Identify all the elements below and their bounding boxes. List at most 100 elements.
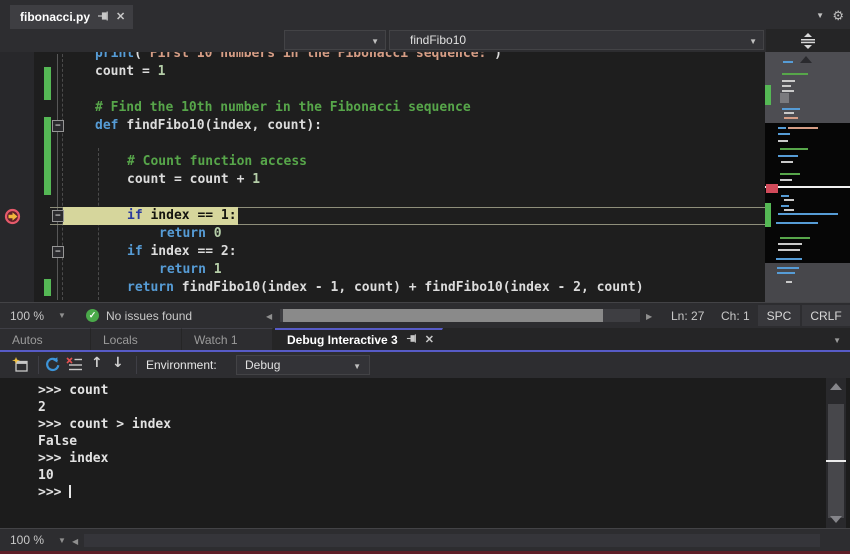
line-ending-indicator[interactable]: CRLF [802, 305, 850, 326]
panel-options-caret-icon[interactable]: ▼ [833, 336, 841, 345]
code-editor[interactable]: print("First 10 numbers in the Fibonacci… [0, 52, 765, 302]
breakpoint-margin[interactable] [0, 52, 34, 302]
minimap-mark [780, 93, 789, 103]
tab-title: fibonacci.py [20, 10, 90, 24]
minimap-document [765, 123, 850, 263]
code-line: count = 1 [95, 63, 165, 81]
horizontal-scrollbar[interactable] [280, 309, 640, 322]
minimap-mark [782, 85, 791, 87]
close-icon[interactable]: ✕ [425, 335, 434, 346]
chevron-down-icon: ▼ [58, 536, 66, 545]
change-bar [44, 279, 51, 296]
code-line: return 1 [159, 261, 222, 279]
minimap-mark [777, 272, 795, 274]
minimap-mark [781, 161, 793, 163]
minimap-mark [765, 85, 771, 105]
minimap-mark [766, 184, 778, 193]
tab-locals[interactable]: Locals [91, 328, 182, 350]
tab-fibonacci-py[interactable]: fibonacci.py ✕ [10, 5, 133, 29]
scroll-up-icon[interactable] [800, 56, 812, 63]
issues-status[interactable]: ✓ No issues found [86, 303, 192, 328]
gear-icon[interactable]: ⚙ [832, 8, 844, 24]
text-cursor [69, 485, 71, 498]
minimap-mark [781, 195, 789, 197]
change-bar [44, 67, 51, 100]
minimap-mark [778, 127, 786, 129]
column-indicator: Ch: 1 [721, 303, 750, 328]
editor-status-bar: 100 % ▼ ✓ No issues found ◀ ▶ Ln: 27 Ch:… [0, 302, 850, 328]
code-line: # Count function access [127, 153, 307, 171]
symbol-dropdown[interactable]: findFibo10 ▼ [389, 30, 764, 50]
horizontal-scrollbar-thumb[interactable] [283, 309, 603, 322]
environment-dropdown[interactable]: Debug ▼ [236, 355, 370, 375]
pin-icon[interactable] [97, 10, 109, 25]
minimap-mark [782, 108, 800, 110]
minimap-mark [784, 117, 798, 119]
minimap-mark [780, 148, 808, 150]
minimap-mark [778, 213, 838, 215]
scroll-left-icon[interactable]: ◀ [72, 537, 78, 546]
chevron-down-icon: ▼ [749, 37, 757, 46]
outline-margin-line [57, 54, 58, 300]
minimap-mark [784, 112, 794, 114]
minimap-mark [783, 61, 793, 63]
spaces-indicator[interactable]: SPC [758, 305, 800, 326]
line-indicator: Ln: 27 [671, 303, 704, 328]
clear-screen-button[interactable] [66, 356, 83, 373]
new-interactive-window-button[interactable] [12, 357, 29, 373]
check-circle-icon: ✓ [86, 309, 99, 322]
minimap-scrollbar[interactable] [765, 52, 850, 302]
editor-split-handle[interactable] [766, 29, 850, 52]
minimap-mark [788, 127, 818, 129]
code-line: return 0 [159, 225, 222, 243]
tab-autos[interactable]: Autos [0, 328, 91, 350]
fold-toggle[interactable] [52, 210, 64, 222]
scroll-up-icon[interactable] [830, 383, 842, 390]
history-next-button[interactable]: ↓ [112, 355, 124, 371]
minimap-mark [778, 133, 790, 135]
scroll-down-icon[interactable] [830, 516, 842, 523]
console-line: False [38, 433, 77, 450]
tab-debug-interactive-3[interactable]: Debug Interactive 3 ✕ [275, 328, 443, 350]
editor-zoom-select[interactable]: 100 % ▼ [10, 303, 66, 328]
panel-tab-bar: Autos Locals Watch 1 Debug Interactive 3… [0, 328, 850, 350]
chevron-down-icon: ▼ [58, 311, 66, 320]
minimap-mark [782, 90, 794, 92]
minimap-mark [777, 267, 799, 269]
breakpoint-current-statement-icon[interactable] [4, 208, 21, 225]
close-icon[interactable]: ✕ [116, 12, 125, 23]
horizontal-scrollbar[interactable] [84, 534, 820, 547]
scroll-left-icon[interactable]: ◀ [266, 312, 272, 321]
minimap-mark [784, 209, 794, 211]
vertical-scrollbar[interactable] [826, 378, 846, 528]
minimap-mark [778, 243, 802, 245]
minimap-mark [780, 173, 800, 175]
pin-icon[interactable] [406, 333, 417, 347]
console-line: >>> [38, 484, 71, 501]
fold-toggle[interactable] [52, 246, 64, 258]
project-dropdown[interactable]: ▼ [284, 30, 386, 50]
document-tab-bar: fibonacci.py ✕ ▼ ⚙ [0, 0, 850, 29]
tab-watch-1[interactable]: Watch 1 [182, 328, 273, 350]
console-line: >>> index [38, 450, 108, 467]
scroll-right-icon[interactable]: ▶ [646, 312, 652, 321]
vs-window: fibonacci.py ✕ ▼ ⚙ ▼ findFibo10 ▼ [0, 0, 850, 554]
code-line: print("First 10 numbers in the Fibonacci… [95, 52, 502, 63]
minimap-mark [765, 203, 771, 227]
minimap-mark [786, 281, 792, 283]
reset-button[interactable] [44, 356, 61, 373]
console-zoom-select[interactable]: 100 % ▼ [10, 529, 66, 551]
chevron-down-icon: ▼ [353, 362, 361, 371]
interactive-toolbar: ↑ ↓ Environment: Debug ▼ [0, 352, 850, 378]
panel-status-bar: 100 % ▼ ◀ [0, 528, 850, 551]
fold-toggle[interactable] [52, 120, 64, 132]
minimap-mark [778, 249, 800, 251]
code-line: return findFibo10(index - 1, count) + fi… [127, 279, 644, 297]
window-position-caret-icon[interactable]: ▼ [816, 11, 824, 20]
split-handle-icon [798, 33, 818, 49]
interactive-console[interactable]: >>> count2>>> count > indexFalse>>> inde… [0, 378, 850, 528]
code-line: def findFibo10(index, count): [95, 117, 322, 135]
console-line: >>> count > index [38, 416, 171, 433]
history-prev-button[interactable]: ↑ [91, 355, 103, 371]
caret-position-mark [826, 460, 846, 462]
